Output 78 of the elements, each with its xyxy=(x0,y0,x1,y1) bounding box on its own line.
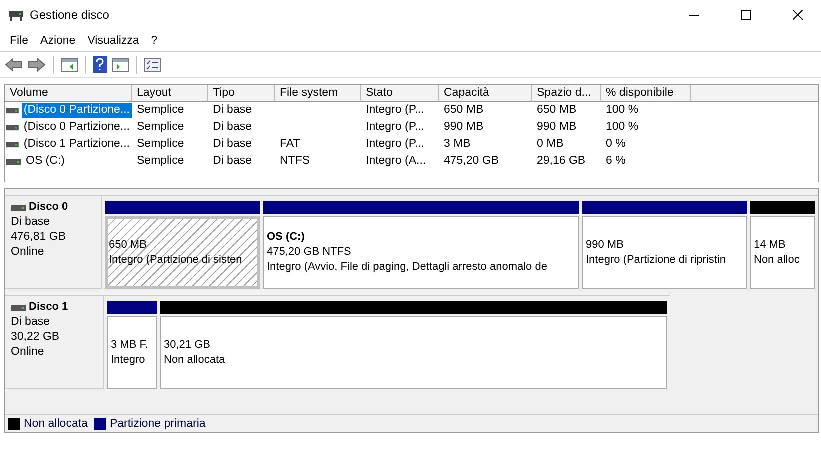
disk-status: Online xyxy=(11,245,46,260)
partition[interactable]: 990 MB Integro (Partizione di ripristin xyxy=(582,216,747,289)
menu-item[interactable]: Visualizza xyxy=(82,30,146,50)
table-cell-text: Integro (P... xyxy=(365,103,426,118)
partition-size: 990 MB xyxy=(586,238,625,252)
table-cell-text: 3 MB xyxy=(443,137,472,152)
disk-drive-icon xyxy=(8,8,24,22)
column-header[interactable]: Layout xyxy=(132,85,208,101)
close-icon xyxy=(793,10,803,20)
partition-status: Integro (Avvio, File di paging, Dettagli arresto anomalo de xyxy=(267,260,548,275)
table-cell-text: Integro (A... xyxy=(365,154,428,169)
partition[interactable]: 650 MB Integro (Partizione di sisten xyxy=(105,216,260,289)
table-cell-text: 100 % xyxy=(605,120,640,135)
disk-size: 30,22 GB xyxy=(11,330,61,345)
partition-status: Integro (Partizione di sisten xyxy=(109,252,244,268)
table-cell-text: 475,20 GB xyxy=(443,154,500,169)
partition-size: 14 MB xyxy=(754,238,787,252)
table-cell-text: NTFS xyxy=(279,154,312,169)
table-cell-text: Semplice xyxy=(136,137,186,152)
table-cell-text: 650 MB xyxy=(443,103,485,118)
table-cell-text: 100 % xyxy=(605,103,640,118)
disk-name: Disco 1 xyxy=(29,300,68,315)
table-cell-text: 0 % xyxy=(605,137,627,152)
partition[interactable]: 14 MB Non alloc xyxy=(750,216,815,289)
maximize-icon xyxy=(741,10,751,20)
disk-size: 476,81 GB xyxy=(11,230,67,245)
table-cell-text: FAT xyxy=(279,137,302,152)
disk-type: Di base xyxy=(11,315,51,330)
help-button[interactable] xyxy=(92,54,108,74)
legend-label: Non allocata xyxy=(24,418,88,430)
menu-item[interactable]: Azione xyxy=(34,30,82,50)
table-cell-text: 650 MB xyxy=(536,103,578,118)
partition-status: Non allocata xyxy=(164,352,226,368)
table-cell-text: Integro (P... xyxy=(365,137,426,152)
column-header[interactable]: % disponibile xyxy=(601,85,691,101)
column-header[interactable]: Spazio d... xyxy=(532,85,601,101)
partition-title: OS (C:) xyxy=(267,230,306,245)
partition[interactable]: OS (C:) 475,20 GB NTFS Integro (Avvio, File di paging, Dettagli arresto anomalo de xyxy=(263,216,579,289)
table-cell-text: Di base xyxy=(212,103,253,118)
table-cell-text: 6 % xyxy=(605,154,627,169)
disk-label-panel[interactable]: Disco 0 Di base 476,81 GB Online xyxy=(5,195,102,289)
partition-status: Non alloc xyxy=(754,252,801,268)
volume-name[interactable]: OS (C:) xyxy=(24,154,67,169)
table-cell-text: Semplice xyxy=(136,154,186,169)
column-header[interactable]: Capacità xyxy=(439,85,532,101)
volume-name[interactable]: (Disco 0 Partizione... xyxy=(22,103,132,118)
table-cell-text: Di base xyxy=(212,137,253,152)
table-cell-text: 0 MB xyxy=(536,137,565,152)
volume-name[interactable]: (Disco 0 Partizione... xyxy=(22,120,132,135)
disk-name: Disco 0 xyxy=(29,200,68,215)
partition-size: 650 MB xyxy=(109,238,148,252)
column-header[interactable]: Stato xyxy=(361,85,439,101)
table-cell-text: 29,16 GB xyxy=(536,154,587,169)
column-header[interactable]: Volume xyxy=(5,85,132,101)
table-cell-text: Integro (P... xyxy=(365,120,426,135)
partition[interactable]: 3 MB F. Integro xyxy=(107,316,157,389)
partition-size: 475,20 GB NTFS xyxy=(267,245,352,260)
partition-status: Integro xyxy=(111,352,146,368)
table-cell-text: Semplice xyxy=(136,120,186,135)
table-cell-text: 990 MB xyxy=(536,120,578,135)
menu-item[interactable]: ? xyxy=(145,30,164,50)
partition-status: Integro (Partizione di ripristin xyxy=(586,252,728,268)
window-title: Gestione disco xyxy=(30,8,110,22)
table-cell-text: Di base xyxy=(212,120,253,135)
partition-size: 30,21 GB xyxy=(164,338,212,352)
column-header[interactable]: Tipo xyxy=(208,85,275,101)
disk-status: Online xyxy=(11,345,46,360)
disk-label-panel[interactable]: Disco 1 Di base 30,22 GB Online xyxy=(5,295,104,389)
table-cell-text: 990 MB xyxy=(443,120,485,135)
table-cell-text: Semplice xyxy=(136,103,186,118)
legend-label: Partizione primaria xyxy=(110,418,206,430)
column-header[interactable]: File system xyxy=(275,85,361,101)
disk-type: Di base xyxy=(11,215,51,230)
menu-item[interactable]: File xyxy=(4,30,35,50)
volume-name[interactable]: (Disco 1 Partizione... xyxy=(22,137,132,152)
partition-size: 3 MB F. xyxy=(111,338,150,352)
table-cell-text: Di base xyxy=(212,154,253,169)
partition[interactable]: 30,21 GB Non allocata xyxy=(160,316,667,389)
